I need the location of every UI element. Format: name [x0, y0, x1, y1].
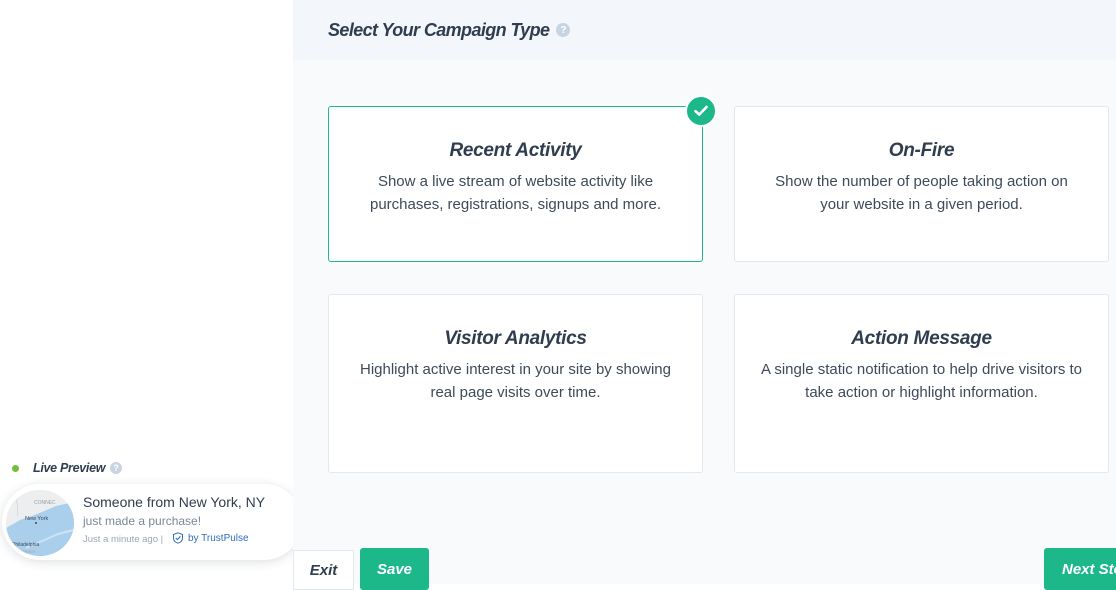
campaign-type-panel: Select Your Campaign Type ? Recent Activ… [293, 0, 1116, 584]
trustpulse-brand-label: by TrustPulse [188, 532, 249, 544]
campaign-card-recent-activity[interactable]: Recent Activity Show a live stream of we… [328, 106, 703, 262]
notification-preview: CONNEC New York Philadelphia N JERSEY So… [2, 484, 302, 560]
map-label-philadelphia: Philadelphia [12, 542, 39, 548]
campaign-card-action-message[interactable]: Action Message A single static notificat… [734, 294, 1109, 473]
card-description: Highlight active interest in your site b… [360, 361, 671, 401]
card-title: On-Fire [888, 140, 955, 161]
card-description: Show the number of people taking action … [775, 173, 1068, 213]
left-preview-pane: Live Preview ? CONNEC New York Philadelp… [0, 0, 302, 584]
page-title: Select Your Campaign Type [328, 19, 550, 40]
card-description: A single static notification to help dri… [761, 361, 1082, 401]
trustpulse-badge: by TrustPulse [172, 532, 249, 544]
panel-header: Select Your Campaign Type ? [293, 0, 1116, 60]
notification-title: Someone from New York, NY [83, 494, 266, 510]
map-thumbnail: CONNEC New York Philadelphia N JERSEY [6, 490, 74, 556]
campaign-card-visitor-analytics[interactable]: Visitor Analytics Highlight active inter… [328, 294, 703, 473]
card-description: Show a live stream of website activity l… [370, 173, 661, 213]
campaign-card-on-fire[interactable]: On-Fire Show the number of people taking… [734, 106, 1109, 262]
verified-shield-icon [173, 532, 183, 544]
help-icon[interactable]: ? [556, 23, 571, 37]
notification-subtitle: just made a purchase! [83, 514, 202, 528]
map-label-connecticut: CONNEC [34, 500, 56, 506]
help-icon[interactable]: ? [110, 462, 123, 474]
card-title: Visitor Analytics [444, 328, 587, 349]
live-preview-label: Live Preview [33, 461, 106, 475]
card-title: Recent Activity [449, 140, 582, 161]
live-preview-header: Live Preview ? [12, 461, 123, 475]
exit-button[interactable]: Exit [293, 550, 354, 590]
live-status-dot [12, 464, 19, 472]
notification-time: Just a minute ago | [83, 534, 164, 545]
map-label-new-york: New York [25, 516, 48, 522]
selected-check-icon [685, 95, 717, 127]
map-label-new-jersey: N JERSEY [16, 549, 36, 554]
map-icon: CONNEC New York Philadelphia N JERSEY [6, 490, 74, 556]
card-title: Action Message [851, 328, 992, 349]
